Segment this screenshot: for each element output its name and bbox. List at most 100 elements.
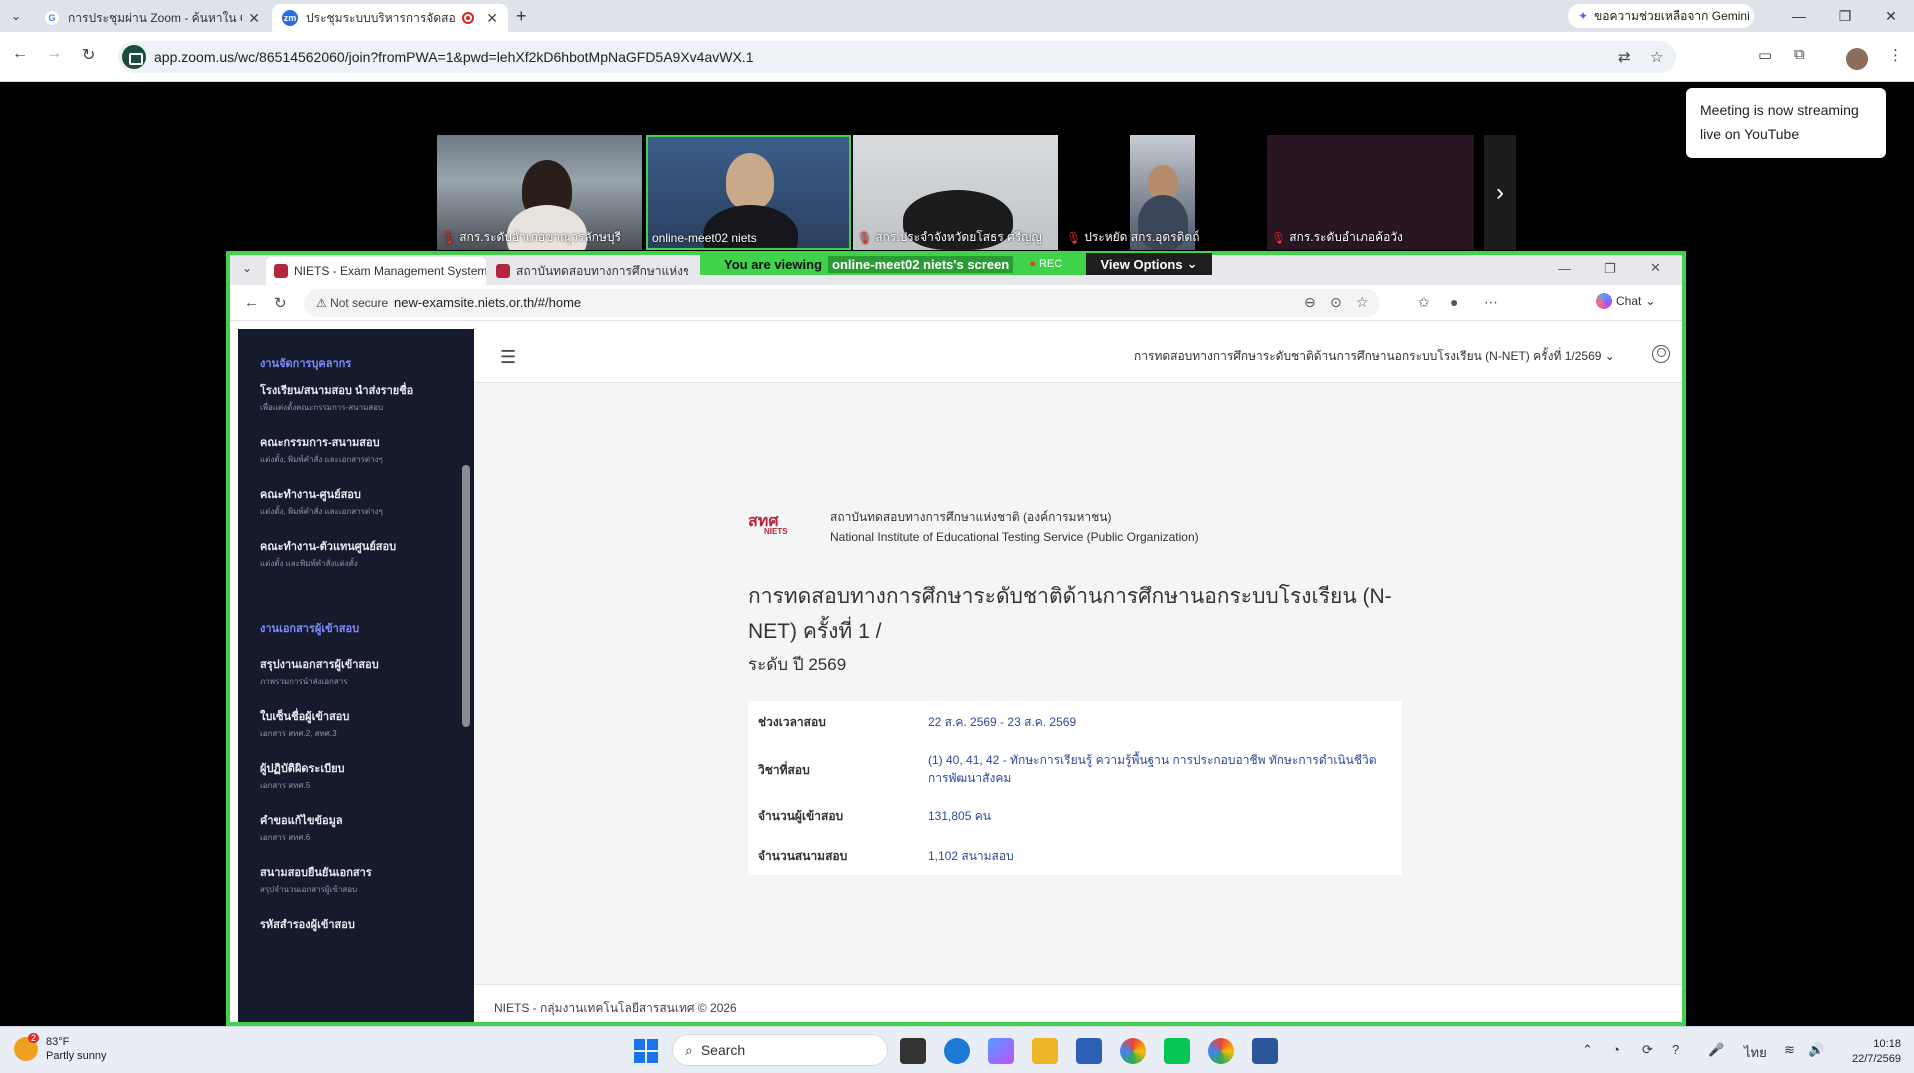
url-text: app.zoom.us/wc/86514562060/join?fromPWA=… xyxy=(154,49,754,65)
gemini-label: ขอความช่วยเหลือจาก Gemini xyxy=(1594,8,1750,23)
muted-mic-icon: 🎙 xyxy=(441,230,457,245)
volume-icon[interactable]: 🔊 xyxy=(1808,1042,1824,1058)
participant-video-active-speaker[interactable]: online-meet02 niets xyxy=(646,135,851,250)
new-tab-button[interactable]: + xyxy=(516,6,527,27)
rec-indicator: REC xyxy=(1029,258,1062,270)
avatar[interactable] xyxy=(1846,48,1868,70)
close-icon: ✕ xyxy=(1650,260,1661,275)
participant-video[interactable]: 🎙 ประหยัด สกร.อุดรดิตถ์ xyxy=(1066,135,1199,250)
show-hidden-icons-icon[interactable]: ⌃ xyxy=(1582,1042,1593,1058)
zoom-out-icon: ⊖ xyxy=(1304,294,1316,310)
sync-icon[interactable]: ⟳ xyxy=(1642,1042,1653,1058)
tab-list-icon: ⌄ xyxy=(242,261,253,275)
restore-button[interactable]: ❐ xyxy=(1822,4,1868,28)
address-bar: ← → ↻ app.zoom.us/wc/86514562060/join?fr… xyxy=(0,32,1914,82)
more-icon: ⋯ xyxy=(1484,294,1498,310)
site-info-icon[interactable] xyxy=(122,45,146,69)
help-icon[interactable]: ? xyxy=(1672,1042,1679,1057)
tab-search-icon[interactable]: ▭ xyxy=(1758,46,1772,64)
weather-widget[interactable]: 2 83°F Partly sunny xyxy=(14,1033,107,1063)
microphone-icon[interactable]: 🎤 xyxy=(1708,1042,1724,1058)
favorites-icon: ✩ xyxy=(1418,294,1430,310)
participant-name: สกร.ระดับอำเภอค้อวัง xyxy=(1289,230,1403,244)
weather-icon: 2 xyxy=(14,1033,40,1061)
copilot-icon xyxy=(1596,293,1612,309)
exam-level: ระดับ ปี 2569 xyxy=(748,655,847,674)
tab-search-icon[interactable]: ⌄ xyxy=(6,6,26,26)
participant-video[interactable]: 🎙 สกร.ระดับอำเภอค้อวัง xyxy=(1267,135,1474,250)
system-clock[interactable]: 10:18 22/7/2569 xyxy=(1852,1037,1901,1067)
chrome-icon[interactable] xyxy=(1120,1038,1146,1064)
exam-selector: การทดสอบทางการศึกษาระดับชาติด้านการศึกษา… xyxy=(1134,349,1615,363)
reload-icon[interactable]: ↻ xyxy=(82,45,95,65)
reader-icon: ⊙ xyxy=(1330,294,1342,310)
forward-icon[interactable]: → xyxy=(46,45,62,63)
shared-tab-niets: NIETS - Exam Management System ✕ xyxy=(266,257,486,285)
browser-tab-zoom[interactable]: zm ประชุมระบบบริหารการจัดสอบ(ศ ✕ xyxy=(272,4,508,32)
taskbar-search[interactable]: ⌕ Search xyxy=(672,1034,888,1066)
bookmark-star-icon[interactable]: ☆ xyxy=(1650,48,1663,66)
windows-taskbar: 2 83°F Partly sunny ⌕ Search ⌃ ◔ ⟳ ? 🎤 ไ… xyxy=(0,1026,1914,1073)
account-icon xyxy=(1652,345,1670,363)
chrome-profile-icon[interactable] xyxy=(1208,1038,1234,1064)
zoom-icon: zm xyxy=(282,10,298,26)
shared-url-text: new-examsite.niets.or.th/#/home xyxy=(394,295,582,310)
weather-temp: 83°F xyxy=(46,1036,70,1048)
streaming-notification: Meeting is now streaming live on YouTube xyxy=(1686,88,1886,158)
tray-app-icon[interactable]: ◔ xyxy=(1612,1042,1620,1057)
sidebar-section-title: งานเอกสารผู้เข้าสอบ xyxy=(260,623,360,635)
back-icon[interactable]: ← xyxy=(12,45,28,63)
edge-icon[interactable] xyxy=(944,1038,970,1064)
file-explorer-icon[interactable] xyxy=(1032,1038,1058,1064)
app-icon[interactable] xyxy=(1076,1038,1102,1064)
tab-title: ประชุมระบบบริหารการจัดสอบ(ศ xyxy=(306,10,456,25)
org-name-th: สถาบันทดสอบทางการศึกษาแห่งชาติ (องค์การม… xyxy=(830,510,1112,524)
back-icon: ← xyxy=(244,294,259,311)
translate-icon[interactable]: ⇄ xyxy=(1618,48,1631,66)
extensions-icon[interactable]: ⧉ xyxy=(1794,46,1805,63)
copilot-icon[interactable] xyxy=(988,1038,1014,1064)
niets-icon xyxy=(274,264,288,278)
main-footer: NIETS - กลุ่มงานเทคโนโลยีสารสนเทศ © 2026 xyxy=(474,984,1682,1022)
weather-desc: Partly sunny xyxy=(46,1050,107,1062)
participant-video[interactable]: 🎙 สกร.ประจำจังหวัดยโสธร ศรีญญู xyxy=(853,135,1058,250)
participant-video[interactable]: 🎙 สกร.ระดับอำเภอขาณุวรลักษบุรี xyxy=(437,135,642,250)
participant-name: สกร.ประจำจังหวัดยโสธร ศรีญญู xyxy=(875,230,1042,244)
sidebar-section-title: งานจัดการบุคลากร xyxy=(260,358,352,370)
hamburger-menu-icon: ☰ xyxy=(500,347,517,367)
close-tab-icon[interactable]: ✕ xyxy=(486,10,498,27)
more-menu-icon[interactable]: ⋮ xyxy=(1888,46,1903,64)
niets-icon xyxy=(496,264,510,278)
browser-tab-bar: ⌄ G การประชุมผ่าน Zoom - ค้นหาใน Go ✕ zm… xyxy=(0,0,1914,32)
sidebar-item: โรงเรียน/สนามสอบ นำส่งรายชื่อ เพื่อแต่งตั… xyxy=(260,385,414,412)
google-icon: G xyxy=(44,10,60,26)
gemini-button[interactable]: ✦ ขอความช่วยเหลือจาก Gemini xyxy=(1568,4,1754,28)
main-header: ☰ การทดสอบทางการศึกษาระดับชาติด้านการศึก… xyxy=(474,329,1682,383)
muted-mic-icon: 🎙 xyxy=(1066,230,1082,245)
url-field[interactable]: app.zoom.us/wc/86514562060/join?fromPWA=… xyxy=(118,41,1676,73)
chat-label: Chat xyxy=(1616,294,1642,308)
task-view-icon[interactable] xyxy=(900,1038,926,1064)
restore-icon: ❐ xyxy=(1604,261,1616,276)
wifi-icon[interactable]: ≋ xyxy=(1784,1042,1795,1058)
footer-text: NIETS - กลุ่มงานเทคโนโลยีสารสนเทศ © 2026 xyxy=(494,1001,737,1015)
shared-screen: ⌄ NIETS - Exam Management System ✕ สถาบั… xyxy=(226,251,1686,1026)
reload-icon: ↻ xyxy=(274,295,287,312)
streaming-notification-text: Meeting is now streaming live on YouTube xyxy=(1700,102,1859,142)
minimize-button[interactable]: — xyxy=(1776,4,1822,28)
language-indicator[interactable]: ไทย xyxy=(1744,1042,1767,1063)
org-heading: สทศ NIETS สถาบันทดสอบทางการศึกษาแห่งชาติ… xyxy=(748,507,1199,547)
browser-tab-google[interactable]: G การประชุมผ่าน Zoom - ค้นหาใน Go ✕ xyxy=(34,4,270,32)
close-window-button[interactable]: ✕ xyxy=(1868,4,1914,28)
view-options-button[interactable]: View Options ⌄ xyxy=(1086,253,1212,275)
windows-start-icon[interactable] xyxy=(634,1039,658,1063)
participant-name: online-meet02 niets xyxy=(652,231,757,245)
word-icon[interactable] xyxy=(1252,1038,1278,1064)
next-page-chevron-icon[interactable]: › xyxy=(1484,135,1516,250)
screen-share-banner: You are viewing online-meet02 niets's sc… xyxy=(700,253,1086,275)
chevron-down-icon: ⌄ xyxy=(1604,349,1615,363)
search-icon: ⌕ xyxy=(685,1041,693,1058)
line-icon[interactable] xyxy=(1164,1038,1190,1064)
sidebar-item: คณะทำงาน-ตัวแทนศูนย์สอบ แต่งตั้ง และพิมพ์… xyxy=(260,541,397,568)
close-tab-icon[interactable]: ✕ xyxy=(248,10,260,27)
